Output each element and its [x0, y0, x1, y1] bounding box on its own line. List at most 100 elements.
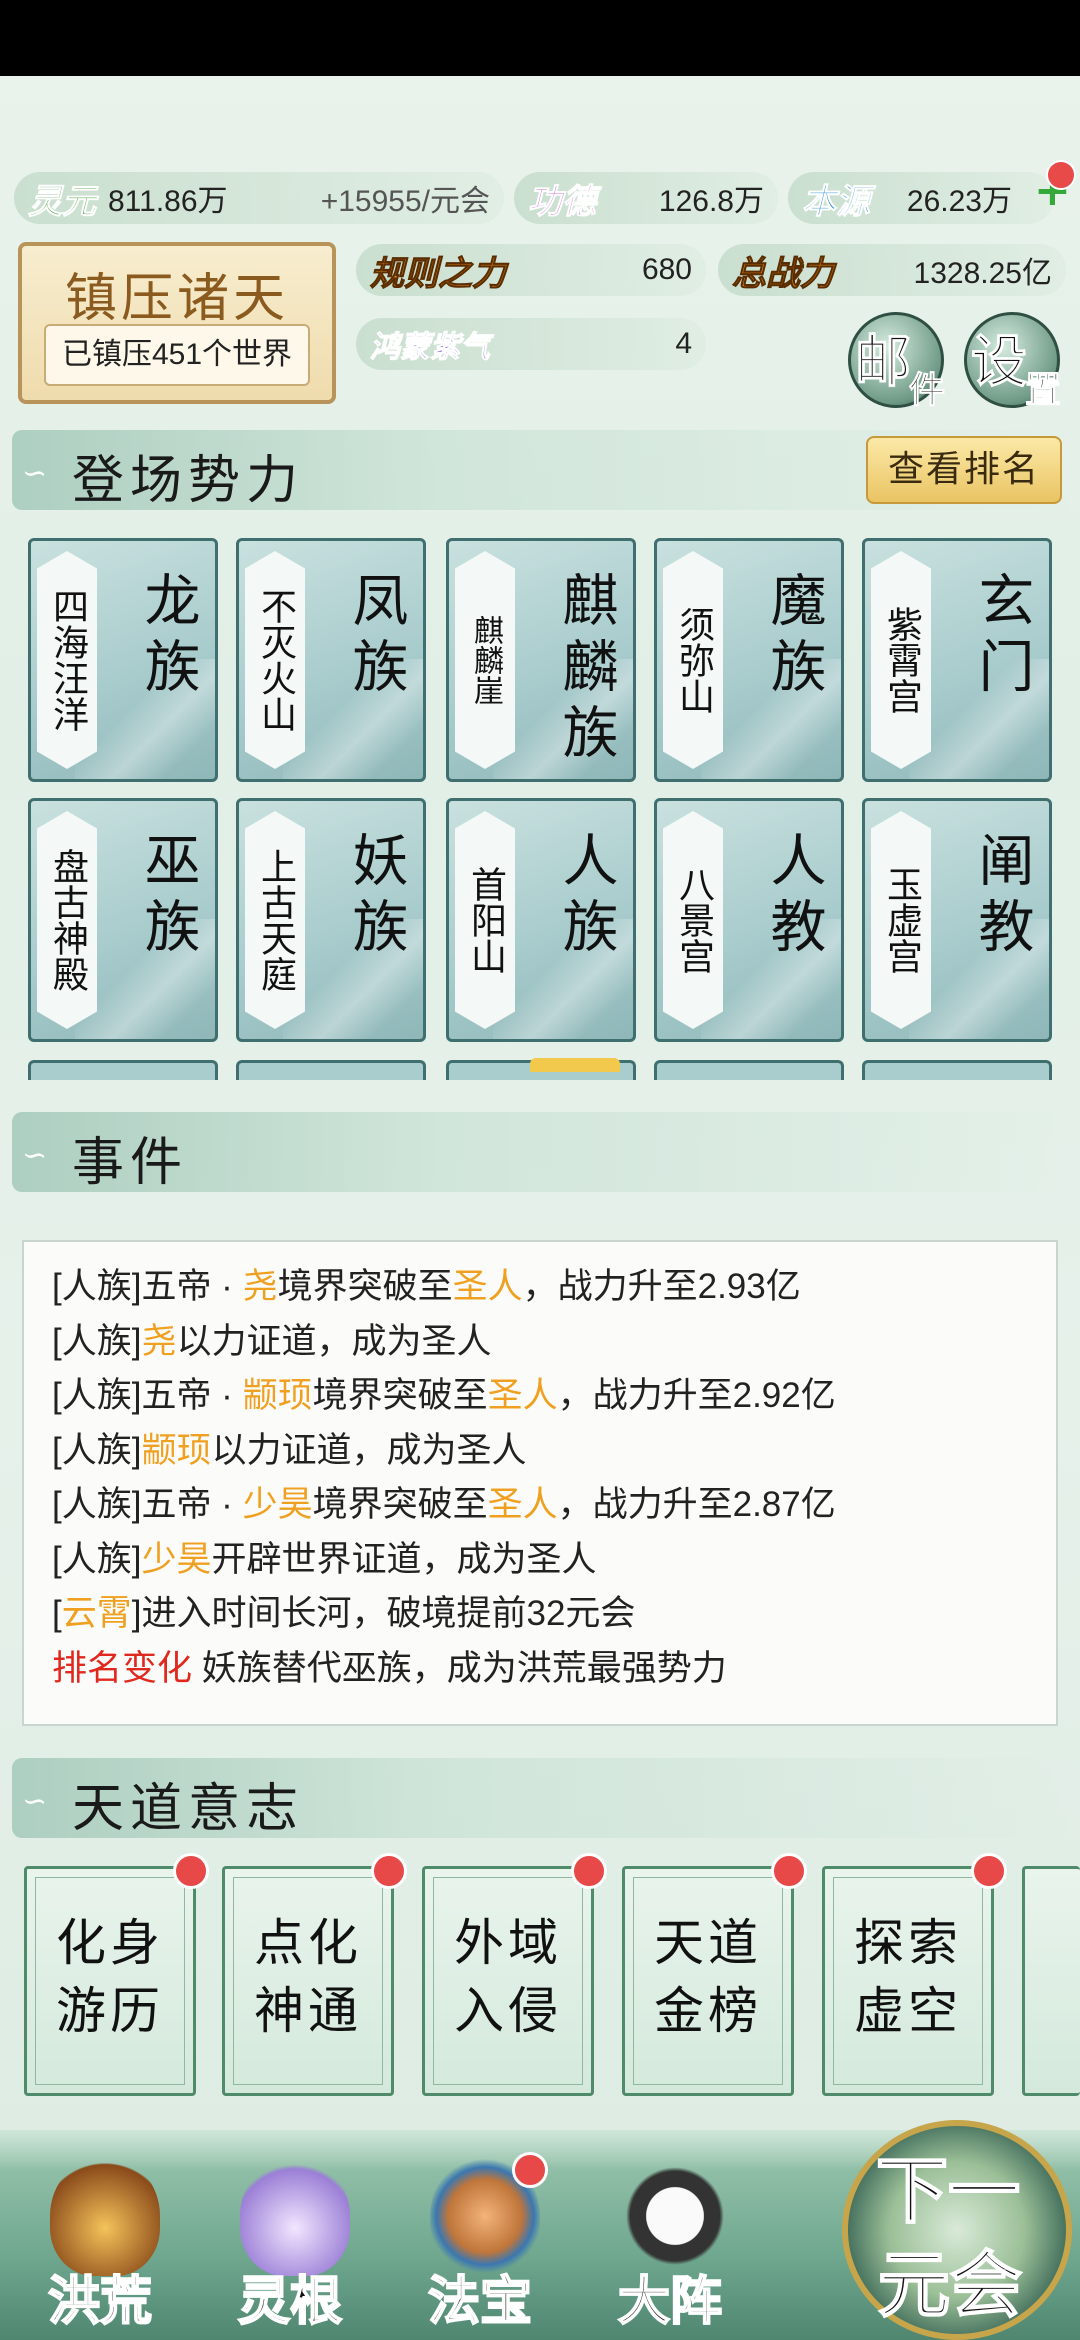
faction-card[interactable]: 四海汪洋 龙族 [28, 538, 218, 782]
faction-place: 首阳山 [465, 866, 506, 974]
heaven-will-label: 化身 游历 [27, 1909, 193, 2045]
hongmeng-label: 鸿蒙紫气 [370, 330, 491, 366]
cloud-icon: ∽ [22, 1138, 48, 1173]
notification-dot [1046, 160, 1076, 190]
faction-card-partial[interactable] [862, 1060, 1052, 1080]
nav-honghuang[interactable]: 洪荒 [10, 2150, 190, 2340]
faction-place: 八景宫 [673, 866, 714, 974]
faction-place-tab: 盘古神殿 [37, 811, 97, 1029]
faction-card[interactable]: 麒麟崖 麒麟族 [446, 538, 636, 782]
event-line: [人族]少昊开辟世界证道，成为圣人 [52, 1533, 1028, 1588]
zongzhanli-value: 1328.25亿 [913, 257, 1052, 290]
event-text: 开辟世界证道，成为圣人 [211, 1539, 597, 1579]
nav-dazhen[interactable]: 大阵 [580, 2150, 760, 2340]
event-text: 尧 [141, 1321, 177, 1361]
event-text: 以力证道，成为圣人 [211, 1430, 527, 1470]
faction-card[interactable]: 不灭火山 凤族 [236, 538, 426, 782]
lotus-icon [240, 2156, 350, 2276]
add-resource-button[interactable]: + [1030, 160, 1076, 213]
heaven-will-label: 探索 虚空 [825, 1909, 991, 2045]
event-text: ]进入时间长河，破境提前32元会 [131, 1594, 636, 1633]
view-ranking-button[interactable]: 查看排名 [866, 436, 1062, 504]
next-era-label-a: 下一 [875, 2147, 1021, 2234]
nav-linggen[interactable]: 灵根 [200, 2150, 380, 2340]
notification-dot [771, 1853, 807, 1889]
lingyuan-bar: 灵元 811.86万 +15955/元会 [14, 172, 504, 224]
event-text: [人族] [52, 1321, 142, 1361]
faction-place: 盘古神殿 [47, 848, 88, 992]
heaven-will-line: 化身 [56, 1914, 164, 1972]
faction-card[interactable]: 须弥山 魔族 [654, 538, 844, 782]
faction-card[interactable]: 首阳山 人族 [446, 798, 636, 1042]
faction-card[interactable]: 上古天庭 妖族 [236, 798, 426, 1042]
nav-honghuang-label: 洪荒 [47, 2270, 153, 2333]
event-text: [人族] [52, 1430, 142, 1470]
nav-fabao-label: 法宝 [427, 2270, 533, 2333]
hongmeng-bar: 鸿蒙紫气 4 [356, 318, 706, 370]
suppress-subtitle: 已镇压451个世界 [44, 324, 310, 386]
event-text: 境界突破至 [277, 1267, 453, 1306]
faction-place-tab: 不灭火山 [245, 551, 305, 769]
faction-place: 四海汪洋 [47, 588, 88, 732]
yin-yang-icon [620, 2156, 730, 2276]
event-line: [人族]五帝 · 少昊境界突破至圣人，战力升至2.87亿 [52, 1478, 1028, 1533]
faction-name: 凤族 [343, 571, 408, 703]
hongmeng-value: 4 [675, 327, 692, 360]
event-text: ，战力升至2.93亿 [522, 1267, 801, 1306]
event-text: 圣人 [452, 1267, 523, 1306]
faction-card[interactable]: 盘古神殿 巫族 [28, 798, 218, 1042]
faction-name: 龙族 [135, 571, 200, 703]
event-text: 少昊 [141, 1539, 212, 1579]
heaven-will-line: 金榜 [654, 1982, 762, 2040]
rank-change-text: 妖族替代巫族，成为洪荒最强势力 [192, 1648, 727, 1688]
faction-card-partial[interactable] [654, 1060, 844, 1080]
faction-place-tab: 四海汪洋 [37, 551, 97, 769]
lingyuan-value: 811.86万 [108, 185, 228, 218]
notification-dot [512, 2152, 548, 2188]
settings-button[interactable]: 设 置 [964, 312, 1062, 412]
heaven-card-partial[interactable] [1022, 1866, 1080, 2096]
heaven-will-card[interactable]: 外域 入侵 [422, 1853, 607, 2096]
faction-place: 麒麟崖 [468, 615, 503, 705]
heaven-will-card[interactable]: 天道 金榜 [622, 1853, 807, 2096]
faction-name: 人族 [553, 831, 618, 963]
event-text: [人族] [52, 1539, 142, 1579]
event-text: 境界突破至 [312, 1485, 488, 1524]
gongde-bar: 功德 126.8万 [514, 172, 778, 224]
heaven-will-card[interactable]: 点化 神通 [222, 1853, 407, 2096]
settings-label-a: 设 [971, 329, 1028, 396]
faction-place: 上古天庭 [255, 848, 296, 992]
rank-change-event: 排名变化 妖族替代巫族，成为洪荒最强势力 [52, 1642, 1028, 1697]
faction-place-tab: 八景宫 [663, 811, 723, 1029]
heaven-will-card[interactable]: 探索 虚空 [822, 1853, 1007, 2096]
heaven-will-line: 神通 [254, 1982, 362, 2040]
faction-card[interactable]: 玉虚宫 阐教 [862, 798, 1052, 1042]
nav-dazhen-label: 大阵 [617, 2270, 723, 2333]
faction-card-partial[interactable] [236, 1060, 426, 1080]
faction-card[interactable]: 紫霄宫 玄门 [862, 538, 1052, 782]
event-text: ，战力升至2.92亿 [557, 1376, 836, 1415]
heaven-will-title: 天道意志 [72, 1779, 305, 1839]
suppress-worlds-panel[interactable]: 镇压诸天 已镇压451个世界 [18, 242, 336, 404]
gold-tab-partial [530, 1058, 620, 1072]
faction-name: 妖族 [343, 831, 408, 963]
events-log[interactable]: [人族]五帝 · 尧境界突破至圣人，战力升至2.93亿 [人族]尧以力证道，成为圣… [22, 1240, 1058, 1726]
notification-dot [971, 1853, 1007, 1889]
event-text: 境界突破至 [312, 1376, 488, 1415]
event-text: 少昊 [242, 1485, 313, 1524]
next-era-button[interactable]: 下一 元会 [842, 2120, 1072, 2340]
faction-card[interactable]: 八景宫 人教 [654, 798, 844, 1042]
faction-name: 麒麟族 [553, 571, 618, 769]
heaven-will-card[interactable]: 化身 游历 [24, 1853, 209, 2096]
lingyuan-rate: +15955/元会 [320, 185, 490, 218]
benyuan-value: 26.23万 [906, 185, 1012, 218]
heaven-will-label: 点化 神通 [225, 1909, 391, 2045]
notification-dot [173, 1853, 209, 1889]
faction-card-partial[interactable] [28, 1060, 218, 1080]
event-line: [人族]五帝 · 颛顼境界突破至圣人，战力升至2.92亿 [52, 1369, 1028, 1424]
faction-place-tab: 麒麟崖 [455, 551, 515, 769]
mail-button[interactable]: 邮 件 [848, 312, 946, 412]
cloud-icon: ∽ [22, 1784, 48, 1819]
status-bar [0, 0, 1080, 76]
event-text: [ [52, 1594, 62, 1633]
